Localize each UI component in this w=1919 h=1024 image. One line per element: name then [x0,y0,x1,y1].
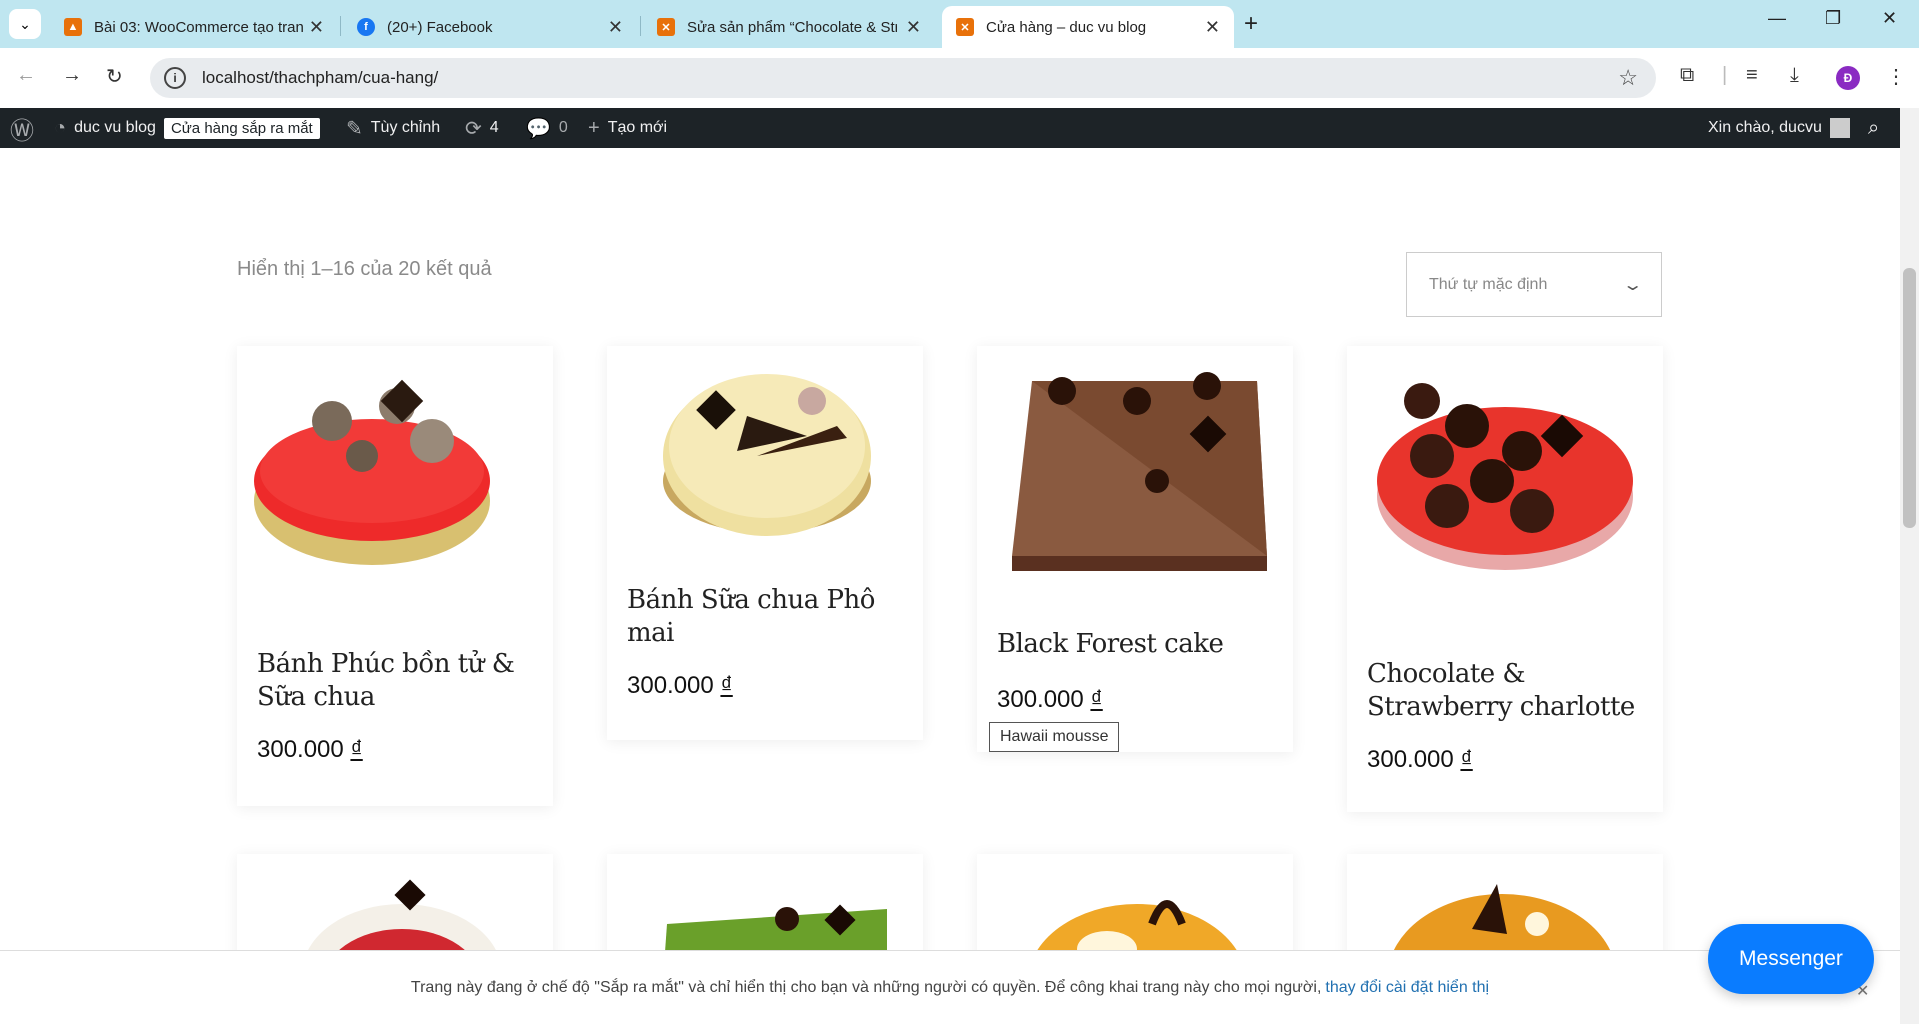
product-title[interactable]: Chocolate & Strawberry charlotte [1367,658,1647,724]
product-card[interactable]: Black Forest cake 300.000 ₫ [977,346,1293,752]
coming-soon-badge[interactable]: Cửa hàng sắp ra mắt [163,117,320,139]
tab-woocommerce[interactable]: ▲ Bài 03: WooCommerce tạo trang ✕ [50,6,338,48]
page-scrollbar[interactable] [1900,108,1919,1024]
browser-tab-bar: ⌄ ▲ Bài 03: WooCommerce tạo trang ✕ f (2… [0,0,1919,48]
product-title[interactable]: Black Forest cake [997,628,1277,661]
chevron-down-icon: ⌄ [1621,276,1644,294]
product-image[interactable] [977,346,1293,586]
close-window-icon[interactable]: ✕ [1882,8,1897,29]
dashboard-icon: ◔ [54,116,67,139]
address-bar[interactable]: i localhost/thachpham/cua-hang/ ☆ [150,58,1656,98]
wp-admin-bar: Ⓦ ◔ duc vu blog Cửa hàng sắp ra mắt ✎ Tù… [0,108,1900,148]
tab-edit-product[interactable]: ✕ Sửa sản phẩm “Chocolate & Str ✕ [643,6,935,48]
tab-shop[interactable]: ✕ Cửa hàng – duc vu blog ✕ [942,6,1234,48]
forward-icon[interactable]: → [62,64,82,87]
product-card[interactable]: Bánh Sữa chua Phô mai 300.000 ₫ [607,346,923,740]
plus-icon: + [588,116,600,139]
scrollbar-thumb[interactable] [1903,268,1916,528]
updates-icon: ⟳ [465,117,482,140]
result-count: Hiển thị 1–16 của 20 kết quả [237,258,492,280]
media-control-icon[interactable]: ≡ [1746,64,1758,87]
search-icon[interactable]: ⌕ [1868,108,1879,148]
my-account-link[interactable]: Xin chào, ducvu [1708,108,1850,148]
chevron-down-icon: ⌄ [19,15,31,32]
customize-link[interactable]: ✎ Tùy chỉnh [346,108,440,148]
tab-facebook[interactable]: f (20+) Facebook ✕ [343,6,637,48]
product-price: 300.000 ₫ [1367,746,1473,773]
change-visibility-link[interactable]: thay đổi cài đặt hiển thị [1325,979,1489,997]
bookmark-star-icon[interactable]: ☆ [1618,65,1638,91]
xampp-icon: ✕ [657,18,675,36]
restore-icon[interactable]: ❐ [1825,8,1841,29]
close-icon[interactable]: ✕ [608,17,623,38]
facebook-icon: f [357,18,375,36]
wordpress-logo-icon[interactable]: Ⓦ [10,108,34,148]
tooltip: Hawaii mousse [989,722,1120,752]
orderby-select[interactable]: Thứ tự mặc định ⌄ [1406,252,1662,317]
blogger-icon: ▲ [64,18,82,36]
toolbar-divider: | [1722,64,1728,86]
menu-kebab-icon[interactable]: ⋮ [1886,64,1906,89]
messenger-button[interactable]: Messenger [1708,924,1874,994]
new-content-link[interactable]: + Tạo mới [588,108,667,148]
product-price: 300.000 ₫ [627,672,733,699]
site-name-link[interactable]: ◔ duc vu blog Cửa hàng sắp ra mắt [54,108,320,148]
product-price: 300.000 ₫ [997,686,1103,713]
profile-avatar[interactable]: Đ [1836,66,1860,90]
extensions-icon[interactable]: ⧉ [1680,64,1694,87]
product-image[interactable] [607,346,923,566]
store-notice: Trang này đang ở chế độ "Sắp ra mắt" và … [0,950,1900,1024]
tab-search-button[interactable]: ⌄ [9,9,41,39]
tab-divider [340,16,341,36]
xampp-icon: ✕ [956,18,974,36]
product-title[interactable]: Bánh Sữa chua Phô mai [627,584,907,650]
tab-divider [640,16,641,36]
back-icon[interactable]: ← [16,64,36,87]
reload-icon[interactable]: ↻ [106,64,123,89]
product-price: 300.000 ₫ [257,736,363,763]
download-icon[interactable]: ⤓ [1790,64,1799,87]
product-image[interactable] [1347,346,1663,616]
close-icon[interactable]: ✕ [1205,17,1220,38]
site-info-icon[interactable]: i [164,67,186,89]
shop-page: Hiển thị 1–16 của 20 kết quả Thứ tự mặc … [0,148,1900,1024]
close-icon[interactable]: ✕ [906,17,921,38]
close-icon[interactable]: ✕ [309,17,324,38]
updates-link[interactable]: ⟳ 4 [465,108,499,148]
product-card[interactable]: Bánh Phúc bồn tử & Sữa chua 300.000 ₫ [237,346,553,806]
comment-icon: 💬 [526,117,551,140]
avatar [1829,118,1850,138]
new-tab-button[interactable]: + [1244,10,1258,38]
brush-icon: ✎ [346,117,363,140]
comments-link[interactable]: 💬 0 [526,108,568,148]
minimize-icon[interactable]: — [1768,8,1786,29]
product-card[interactable]: Chocolate & Strawberry charlotte 300.000… [1347,346,1663,812]
product-title[interactable]: Bánh Phúc bồn tử & Sữa chua [257,648,537,714]
product-image[interactable] [237,346,553,606]
